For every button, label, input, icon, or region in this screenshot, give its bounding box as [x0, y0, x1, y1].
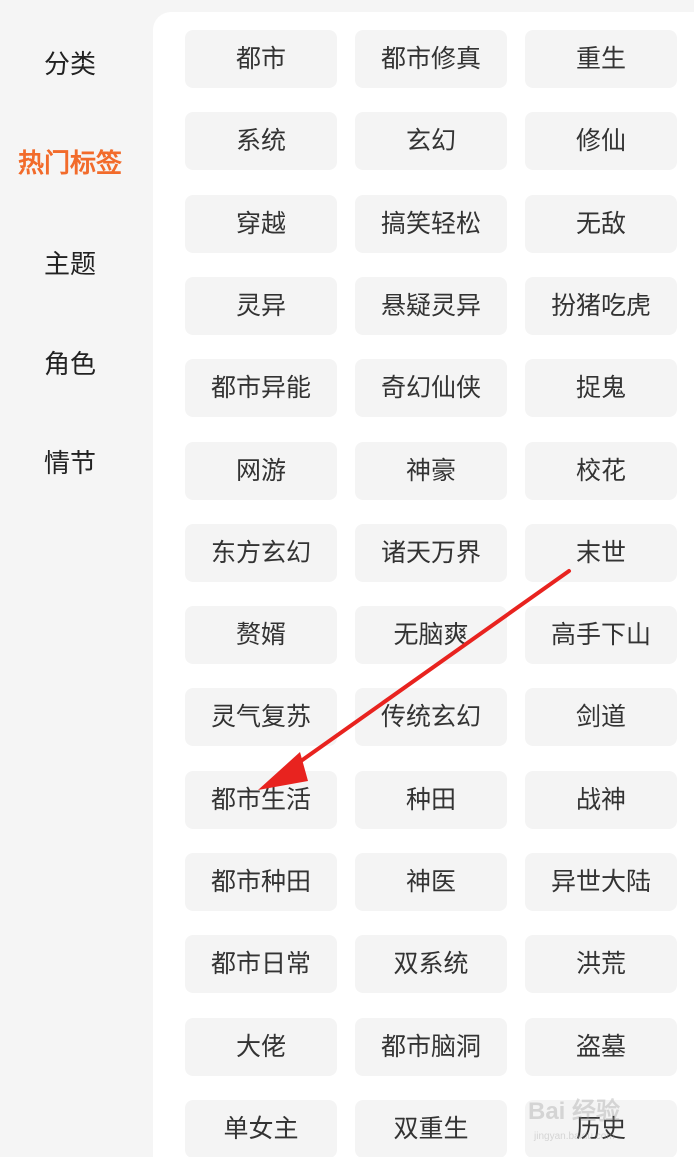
- tag-button[interactable]: 系统: [185, 112, 337, 170]
- tag-button[interactable]: 都市种田: [185, 853, 337, 911]
- tag-button[interactable]: 灵异: [185, 277, 337, 335]
- tag-button[interactable]: 都市: [185, 30, 337, 88]
- tag-button[interactable]: 战神: [525, 771, 677, 829]
- tag-button[interactable]: 历史: [525, 1100, 677, 1157]
- tag-button[interactable]: 校花: [525, 442, 677, 500]
- tag-button[interactable]: 剑道: [525, 688, 677, 746]
- tag-button[interactable]: 高手下山: [525, 606, 677, 664]
- tag-button[interactable]: 都市脑洞: [355, 1018, 507, 1076]
- sidebar-item-theme[interactable]: 主题: [0, 235, 140, 295]
- tag-button[interactable]: 都市异能: [185, 359, 337, 417]
- tag-button[interactable]: 大佬: [185, 1018, 337, 1076]
- tag-button[interactable]: 扮猪吃虎: [525, 277, 677, 335]
- tag-button[interactable]: 灵气复苏: [185, 688, 337, 746]
- tag-button[interactable]: 神医: [355, 853, 507, 911]
- sidebar-item-role[interactable]: 角色: [0, 335, 140, 395]
- tag-button[interactable]: 双系统: [355, 935, 507, 993]
- tag-button[interactable]: 修仙: [525, 112, 677, 170]
- tag-button[interactable]: 网游: [185, 442, 337, 500]
- tag-button[interactable]: 玄幻: [355, 112, 507, 170]
- sidebar-item-plot[interactable]: 情节: [0, 434, 140, 494]
- tag-button[interactable]: 神豪: [355, 442, 507, 500]
- sidebar-item-category[interactable]: 分类: [0, 35, 140, 95]
- tag-button[interactable]: 单女主: [185, 1100, 337, 1157]
- category-sidebar: 分类 热门标签 主题 角色 情节: [0, 0, 140, 1157]
- tag-button[interactable]: 搞笑轻松: [355, 195, 507, 253]
- tag-button[interactable]: 穿越: [185, 195, 337, 253]
- tag-button[interactable]: 盗墓: [525, 1018, 677, 1076]
- tag-button[interactable]: 都市生活: [185, 771, 337, 829]
- tag-button[interactable]: 都市日常: [185, 935, 337, 993]
- tag-button[interactable]: 洪荒: [525, 935, 677, 993]
- tag-button[interactable]: 无脑爽: [355, 606, 507, 664]
- tag-button[interactable]: 赘婿: [185, 606, 337, 664]
- tag-grid: 都市 都市修真 重生系统 玄幻 修仙穿越 搞笑轻松 无敌灵异 悬疑灵异 扮猪吃虎都市异能 奇幻仙侠…: [153, 12, 694, 1157]
- tag-button[interactable]: 奇幻仙侠: [355, 359, 507, 417]
- tag-button[interactable]: 末世: [525, 524, 677, 582]
- tag-button[interactable]: 异世大陆: [525, 853, 677, 911]
- tag-button[interactable]: 诸天万界: [355, 524, 507, 582]
- tag-button[interactable]: 重生: [525, 30, 677, 88]
- sidebar-item-hot-tags[interactable]: 热门标签: [0, 134, 140, 194]
- tag-button[interactable]: 东方玄幻: [185, 524, 337, 582]
- tag-browser-page: 分类 热门标签 主题 角色 情节 都市 都市修真 重生系统 玄幻 修仙穿越 搞笑轻松 无敌灵…: [0, 0, 694, 1157]
- tag-button[interactable]: 无敌: [525, 195, 677, 253]
- tag-button[interactable]: 种田: [355, 771, 507, 829]
- tag-button[interactable]: 传统玄幻: [355, 688, 507, 746]
- tag-button[interactable]: 捉鬼: [525, 359, 677, 417]
- tag-button[interactable]: 悬疑灵异: [355, 277, 507, 335]
- tag-button[interactable]: 都市修真: [355, 30, 507, 88]
- tag-button[interactable]: 双重生: [355, 1100, 507, 1157]
